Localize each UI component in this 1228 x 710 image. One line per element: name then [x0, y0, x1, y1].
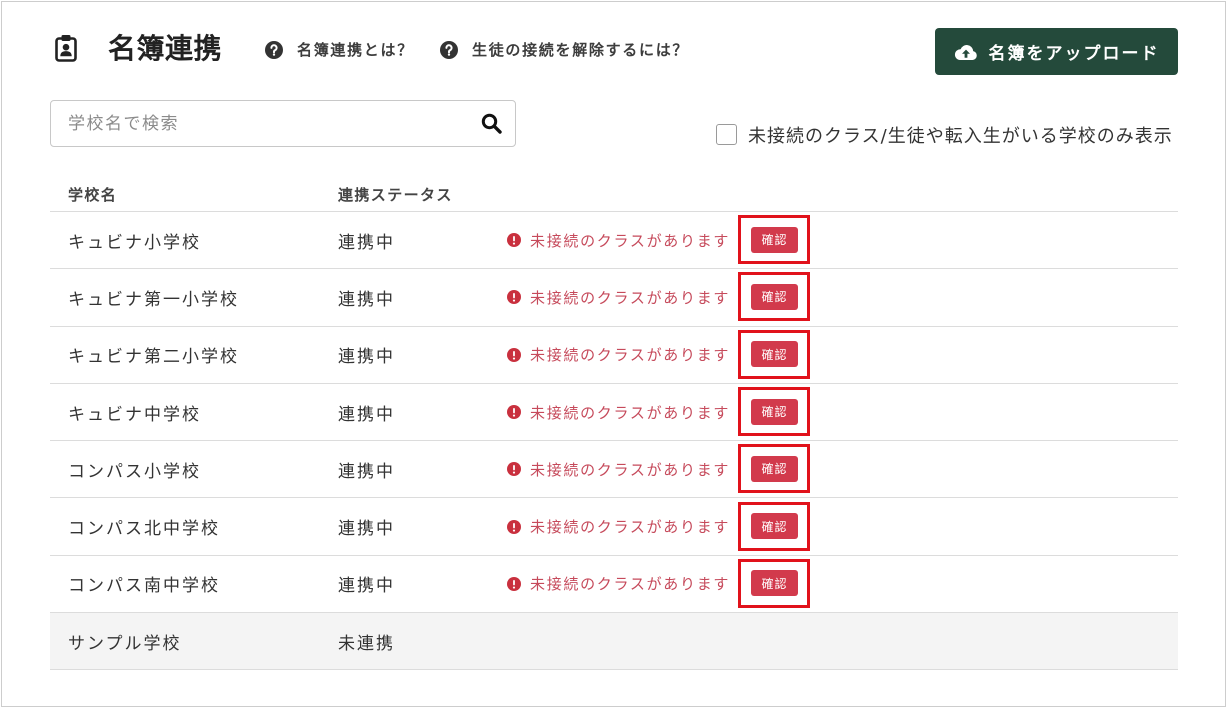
help-link-label: 生徒の接続を解除するには？ — [472, 41, 690, 59]
school-name: サンプル学校 — [68, 633, 182, 654]
school-name: キュビナ第一小学校 — [68, 289, 239, 310]
exclamation-circle-icon — [507, 498, 521, 554]
unconnected-class-warning: 未接続のクラスがあります — [530, 346, 731, 365]
school-name: キュビナ第二小学校 — [68, 347, 239, 368]
exclamation-circle-icon — [507, 327, 521, 383]
link-status: 連携中 — [338, 232, 395, 253]
table-row: サンプル学校 未連携 — [50, 613, 1178, 671]
link-status: 連携中 — [338, 461, 395, 482]
confirm-button[interactable]: 確認 — [751, 226, 798, 253]
confirm-button[interactable]: 確認 — [751, 513, 798, 540]
column-link-status: 連携ステータス — [338, 186, 453, 204]
unconnected-only-checkbox[interactable] — [716, 124, 737, 145]
confirm-button[interactable]: 確認 — [751, 398, 798, 425]
exclamation-circle-icon — [507, 384, 521, 440]
confirm-button[interactable]: 確認 — [751, 570, 798, 597]
link-status: 連携中 — [338, 289, 395, 310]
exclamation-circle-icon — [507, 212, 521, 268]
exclamation-circle-icon — [507, 556, 521, 612]
unconnected-class-warning: 未接続のクラスがあります — [530, 403, 731, 422]
upload-button-label: 名簿をアップロード — [988, 44, 1160, 64]
table-row: コンパス南中学校 連携中 未接続のクラスがあります 確認 — [50, 556, 1178, 614]
table-row: コンパス小学校 連携中 未接続のクラスがあります 確認 — [50, 441, 1178, 499]
school-name: キュビナ中学校 — [68, 404, 201, 425]
school-name: コンパス南中学校 — [68, 576, 220, 597]
school-name: コンパス北中学校 — [68, 519, 220, 540]
question-circle-icon — [440, 41, 458, 59]
table-row: キュビナ小学校 連携中 未接続のクラスがあります 確認 — [50, 212, 1178, 270]
clipboard-user-icon — [55, 35, 77, 62]
page-title: 名簿連携 — [108, 32, 223, 65]
school-name: コンパス小学校 — [68, 461, 201, 482]
link-status: 連携中 — [338, 404, 395, 425]
confirm-button[interactable]: 確認 — [751, 455, 798, 482]
table-row: キュビナ第一小学校 連携中 未接続のクラスがあります 確認 — [50, 269, 1178, 327]
question-circle-icon — [265, 41, 283, 59]
link-status: 連携中 — [338, 347, 395, 368]
help-link-label: 名簿連携とは？ — [297, 41, 414, 59]
search-box — [50, 100, 516, 147]
confirm-button[interactable]: 確認 — [751, 341, 798, 368]
table-row: キュビナ第二小学校 連携中 未接続のクラスがあります 確認 — [50, 327, 1178, 384]
link-status: 連携中 — [338, 519, 395, 540]
school-table: キュビナ小学校 連携中 未接続のクラスがあります 確認 キュビナ第一小学校 連携… — [50, 212, 1178, 671]
column-school-name: 学校名 — [68, 186, 118, 204]
table-header: 学校名 連携ステータス — [50, 184, 1178, 206]
table-row: コンパス北中学校 連携中 未接続のクラスがあります 確認 — [50, 498, 1178, 556]
link-status: 未連携 — [338, 633, 395, 654]
link-status: 連携中 — [338, 576, 395, 597]
search-icon[interactable] — [481, 113, 502, 134]
upload-roster-button[interactable]: 名簿をアップロード — [935, 28, 1178, 75]
exclamation-circle-icon — [507, 441, 521, 497]
school-name: キュビナ小学校 — [68, 232, 201, 253]
confirm-button[interactable]: 確認 — [751, 283, 798, 310]
help-link-about-roster[interactable]: 名簿連携とは？ — [265, 41, 414, 59]
unconnected-class-warning: 未接続のクラスがあります — [530, 460, 731, 479]
help-link-disconnect-student[interactable]: 生徒の接続を解除するには？ — [440, 41, 689, 59]
exclamation-circle-icon — [507, 269, 521, 325]
unconnected-class-warning: 未接続のクラスがあります — [530, 518, 731, 537]
unconnected-class-warning: 未接続のクラスがあります — [530, 231, 731, 250]
table-row: キュビナ中学校 連携中 未接続のクラスがあります 確認 — [50, 384, 1178, 442]
unconnected-class-warning: 未接続のクラスがあります — [530, 575, 731, 594]
school-search-input[interactable] — [51, 101, 515, 146]
cloud-upload-icon — [954, 44, 977, 60]
unconnected-class-warning: 未接続のクラスがあります — [530, 288, 731, 307]
unconnected-only-label[interactable]: 未接続のクラス/生徒や転入生がいる学校のみ表示 — [748, 125, 1173, 149]
